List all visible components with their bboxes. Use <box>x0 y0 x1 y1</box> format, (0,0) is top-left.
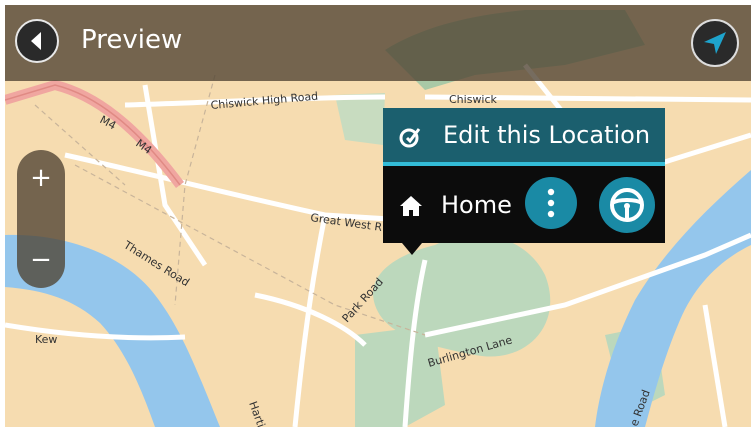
device-screen: Chiswick High Road Chiswick M4 M4 Great … <box>5 5 751 427</box>
edit-location-icon <box>399 128 421 148</box>
location-name: Home <box>441 191 512 219</box>
back-arrow-icon <box>31 32 41 50</box>
steering-wheel-icon <box>610 188 644 222</box>
edit-location-label: Edit this Location <box>443 121 651 149</box>
zoom-out-button[interactable]: − <box>17 236 65 284</box>
home-icon <box>400 196 422 216</box>
map-label-kew: Kew <box>35 333 57 346</box>
zoom-in-button[interactable]: + <box>17 154 65 202</box>
more-options-icon <box>547 188 555 218</box>
more-options-button[interactable] <box>525 177 577 229</box>
current-location-icon <box>704 32 726 54</box>
back-button[interactable] <box>15 19 59 63</box>
map-label-chiswick: Chiswick <box>449 93 498 106</box>
popup-pointer <box>402 243 422 255</box>
top-bar: Preview <box>5 5 751 81</box>
drive-button[interactable] <box>599 177 655 233</box>
zoom-control: + − <box>17 150 65 288</box>
page-title: Preview <box>81 25 183 55</box>
current-location-button[interactable] <box>691 19 739 67</box>
